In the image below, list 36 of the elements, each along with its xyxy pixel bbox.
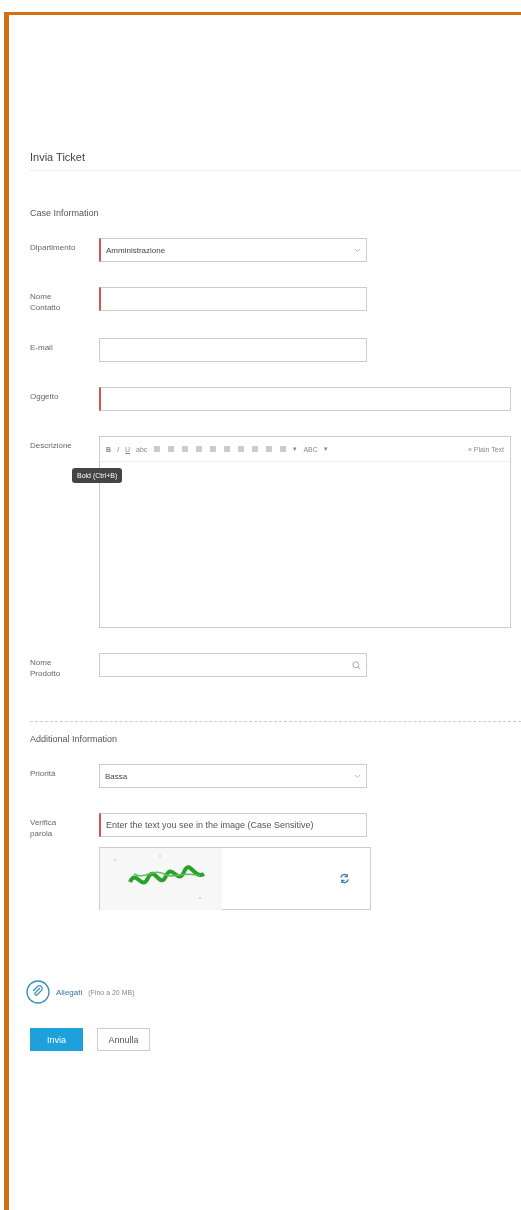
chevron-icon	[354, 247, 361, 253]
field-label: Descrizione	[30, 440, 73, 451]
section-heading: Additional Information	[30, 734, 119, 744]
format-icon[interactable]	[237, 445, 246, 453]
attachments-link[interactable]: Allegati	[56, 987, 83, 997]
format-icon[interactable]	[181, 445, 190, 453]
text-field[interactable]	[99, 287, 367, 311]
field-label: Dipartimento	[30, 242, 77, 253]
lookup-field[interactable]	[99, 653, 367, 677]
format-icon[interactable]	[279, 445, 288, 453]
format-icon[interactable]	[223, 445, 232, 453]
format-icon[interactable]	[167, 445, 176, 453]
field-label: Oggetto	[30, 391, 60, 402]
text-field[interactable]	[99, 387, 511, 411]
select-field[interactable]: Amministrazione	[99, 238, 367, 262]
submit-button[interactable]: Invia	[30, 1028, 83, 1051]
refresh-icon[interactable]	[339, 873, 350, 884]
format-icon[interactable]	[251, 445, 260, 453]
format-icon[interactable]	[209, 445, 218, 453]
text-field[interactable]	[99, 338, 367, 362]
field-label: Nome Prodotto	[30, 657, 62, 679]
field-label: Priorità	[30, 768, 57, 779]
paperclip-icon[interactable]	[26, 980, 50, 1004]
section-heading: Case Information	[30, 208, 100, 218]
cancel-button[interactable]: Annulla	[97, 1028, 150, 1051]
search-icon	[352, 660, 361, 670]
chevron-icon	[354, 773, 361, 779]
captcha-input[interactable]: Enter the text you see in the image (Case Sensitive)	[99, 813, 367, 837]
page-title: Invia Ticket	[30, 151, 86, 163]
select-field[interactable]: Bassa	[99, 764, 367, 788]
format-icon[interactable]	[195, 445, 204, 453]
field-label: E-mail	[30, 342, 54, 353]
format-icon[interactable]	[265, 445, 274, 453]
field-label: Nome Contatto	[30, 291, 62, 313]
field-label: Verifica parola	[30, 817, 58, 839]
format-icon[interactable]	[153, 445, 162, 453]
